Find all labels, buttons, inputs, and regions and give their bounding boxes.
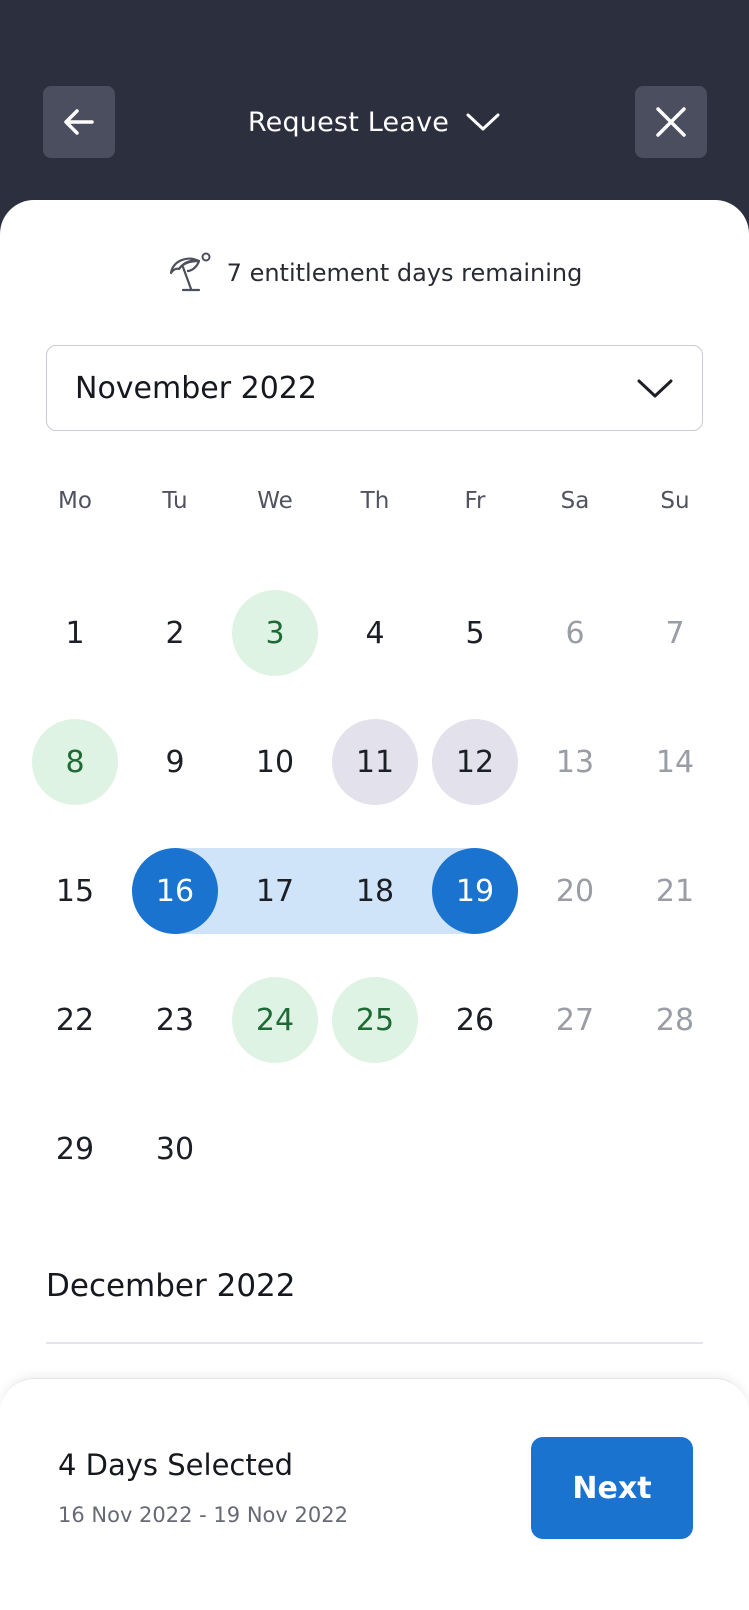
calendar-day[interactable]: 22	[25, 977, 125, 1063]
weekday-header: Mo Tu We Th Fr Sa Su	[25, 488, 725, 522]
calendar-day-number: 30	[155, 1131, 195, 1167]
calendar-day-number: 18	[355, 873, 395, 909]
calendar-day[interactable]: 26	[425, 977, 525, 1063]
month-select[interactable]: November 2022	[46, 345, 703, 431]
weekday-label: Su	[660, 488, 690, 514]
beach-umbrella-icon	[169, 252, 211, 292]
calendar-day[interactable]: 2	[125, 590, 225, 676]
calendar-day-number: 16	[132, 848, 218, 934]
next-month-heading: December 2022	[46, 1268, 296, 1304]
calendar-day[interactable]: 20	[525, 848, 625, 934]
weekday-label: Fr	[464, 488, 486, 514]
calendar-day[interactable]: 19	[425, 848, 525, 934]
calendar-day[interactable]: 29	[25, 1106, 125, 1192]
calendar-day[interactable]: 27	[525, 977, 625, 1063]
calendar-day-number: 2	[165, 615, 185, 651]
entitlement-info: 7 entitlement days remaining	[0, 252, 749, 293]
weekday-label: Tu	[162, 488, 188, 514]
calendar-day[interactable]: 9	[125, 719, 225, 805]
calendar-day[interactable]: 3	[225, 590, 325, 676]
calendar-day-number: 23	[155, 1002, 195, 1038]
calendar-day-number: 21	[655, 873, 695, 909]
calendar-day-number: 15	[55, 873, 95, 909]
chevron-down-icon	[637, 379, 673, 398]
calendar-day-number: 8	[32, 719, 118, 805]
calendar-day-number: 5	[465, 615, 485, 651]
calendar-day[interactable]: 7	[625, 590, 725, 676]
calendar-day-number: 1	[65, 615, 85, 651]
calendar-week-row: 8 9 10 11 12 13 14	[25, 719, 725, 848]
close-button[interactable]	[635, 86, 707, 158]
calendar-day-number: 4	[365, 615, 385, 651]
selected-date-range: 16 Nov 2022 - 19 Nov 2022	[58, 1503, 348, 1527]
calendar-week-row: 15 16 17 18 19 20 21	[25, 848, 725, 977]
calendar-day-number: 29	[55, 1131, 95, 1167]
calendar-day[interactable]: 1	[25, 590, 125, 676]
calendar-day-number: 12	[432, 719, 518, 805]
calendar-day[interactable]: 23	[125, 977, 225, 1063]
calendar-day-number: 7	[665, 615, 685, 651]
selected-days-count: 4 Days Selected	[58, 1448, 293, 1482]
calendar-day[interactable]: 25	[325, 977, 425, 1063]
entitlement-text: 7 entitlement days remaining	[226, 259, 583, 287]
calendar-day-number: 14	[655, 744, 695, 780]
calendar-grid: 1 2 3 4 5 6 7 8 9 10 11 12 13 14 15 16 17 18 19 20 21 22 23 24 2…	[25, 590, 725, 1235]
calendar-day[interactable]: 14	[625, 719, 725, 805]
weekday-label: Th	[360, 488, 390, 514]
calendar-day-number: 9	[165, 744, 185, 780]
weekday-label: Mo	[58, 488, 92, 514]
calendar-day-number: 20	[555, 873, 595, 909]
close-icon	[656, 107, 686, 137]
calendar-week-row: 29 30	[25, 1106, 725, 1235]
month-select-value: November 2022	[75, 370, 317, 406]
page-title: Request Leave	[247, 106, 450, 138]
divider	[46, 1342, 703, 1344]
weekday-label: We	[257, 488, 293, 514]
calendar-day[interactable]: 15	[25, 848, 125, 934]
next-button[interactable]: Next	[531, 1437, 693, 1539]
calendar-day[interactable]: 10	[225, 719, 325, 805]
calendar-day[interactable]: 24	[225, 977, 325, 1063]
calendar-day-number: 10	[255, 744, 295, 780]
calendar-day[interactable]: 30	[125, 1106, 225, 1192]
calendar-day[interactable]: 28	[625, 977, 725, 1063]
calendar-day[interactable]: 8	[25, 719, 125, 805]
weekday-label: Sa	[560, 488, 590, 514]
calendar-week-row: 22 23 24 25 26 27 28	[25, 977, 725, 1106]
calendar-day-number: 11	[332, 719, 418, 805]
calendar-day-number: 24	[232, 977, 318, 1063]
calendar-day[interactable]: 11	[325, 719, 425, 805]
calendar-day-number: 3	[232, 590, 318, 676]
calendar-week-row: 1 2 3 4 5 6 7	[25, 590, 725, 719]
calendar-day[interactable]: 17	[225, 848, 325, 934]
calendar-day[interactable]: 21	[625, 848, 725, 934]
calendar-day[interactable]: 18	[325, 848, 425, 934]
calendar-day[interactable]: 12	[425, 719, 525, 805]
calendar-day-number: 27	[555, 1002, 595, 1038]
calendar-day[interactable]: 13	[525, 719, 625, 805]
calendar-day[interactable]: 5	[425, 590, 525, 676]
calendar-day-number: 6	[565, 615, 585, 651]
calendar-day-number: 28	[655, 1002, 695, 1038]
calendar-day-number: 19	[432, 848, 518, 934]
calendar-day-number: 25	[332, 977, 418, 1063]
calendar-day[interactable]: 16	[125, 848, 225, 934]
calendar-day[interactable]: 6	[525, 590, 625, 676]
calendar-day[interactable]: 4	[325, 590, 425, 676]
chevron-down-icon	[466, 113, 500, 131]
calendar-day-number: 17	[255, 873, 295, 909]
calendar-day-number: 22	[55, 1002, 95, 1038]
calendar-day-number: 13	[555, 744, 595, 780]
calendar-day-number: 26	[455, 1002, 495, 1038]
